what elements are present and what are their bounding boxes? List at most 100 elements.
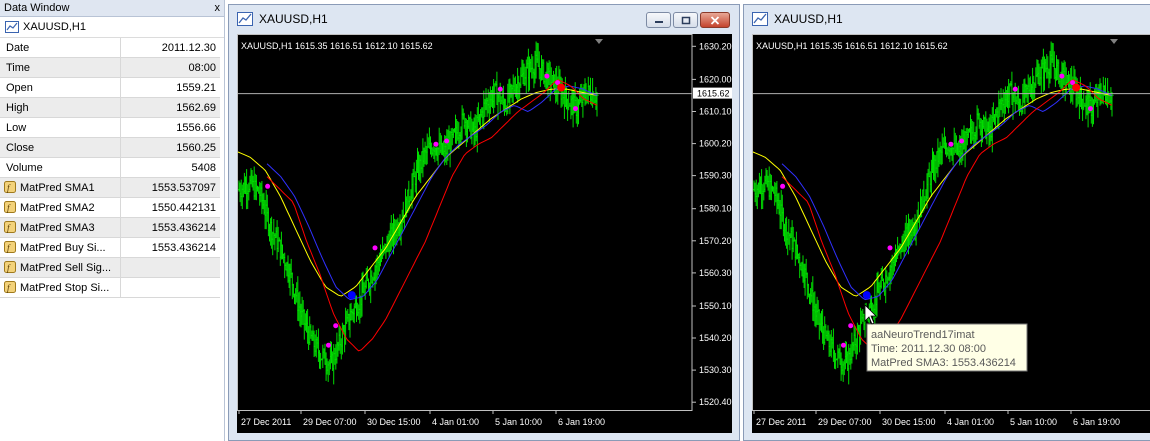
sell-signal-dot bbox=[1072, 83, 1081, 92]
data-window-row[interactable]: Volume 5408 bbox=[0, 157, 220, 178]
indicator-icon: f bbox=[4, 261, 16, 273]
signal-dot bbox=[444, 138, 450, 144]
data-window: Data Window x XAUUSD,H1 Date 2011.12.30 Ti… bbox=[0, 0, 225, 441]
data-window-row[interactable]: f MatPred Stop Si... bbox=[0, 277, 220, 298]
chart-header-text: XAUUSD,H1 1615.35 1616.51 1612.10 1615.6… bbox=[756, 41, 948, 51]
row-label: Date bbox=[6, 41, 30, 54]
price-axis-label: 1550.10 bbox=[699, 301, 732, 311]
time-axis-label: 29 Dec 07:00 bbox=[818, 417, 872, 427]
price-axis-label: 1630.20 bbox=[699, 41, 732, 51]
row-label: Close bbox=[6, 141, 35, 154]
indicator-icon: f bbox=[4, 221, 16, 233]
signal-dot bbox=[1012, 86, 1018, 92]
data-window-table: Date 2011.12.30 Time 08:00 Open 1559.21 High 15… bbox=[0, 38, 220, 298]
indicator-icon: f bbox=[4, 201, 16, 213]
sma2-line bbox=[266, 85, 598, 301]
signal-dot bbox=[959, 138, 965, 144]
chart-window-secondary[interactable]: XAUUSD,H1 XAUUSD,H1 1615.35 1616.51 1612… bbox=[743, 4, 1150, 441]
row-name-cell: f MatPred Buy Si... bbox=[0, 237, 121, 258]
minimize-button[interactable] bbox=[646, 12, 671, 28]
row-value: 1553.436214 bbox=[120, 237, 220, 258]
data-window-row[interactable]: Close 1560.25 bbox=[0, 137, 220, 158]
indicator-icon: f bbox=[4, 281, 16, 293]
row-name-cell: Volume bbox=[0, 157, 121, 178]
plot-border bbox=[237, 34, 693, 411]
signal-dot bbox=[573, 106, 578, 112]
price-chart-canvas[interactable]: XAUUSD,H1 1615.35 1616.51 1612.10 1615.6… bbox=[237, 34, 732, 433]
data-window-row[interactable]: f MatPred Sell Sig... bbox=[0, 257, 220, 278]
chart-window-titlebar[interactable]: XAUUSD,H1 bbox=[744, 5, 1150, 32]
chart-icon bbox=[237, 11, 253, 26]
price-axis-label: 1520.40 bbox=[699, 397, 732, 407]
window-buttons bbox=[646, 12, 730, 28]
signal-dot bbox=[265, 183, 271, 189]
chart-tooltip: aaNeuroTrend17imat Time: 2011.12.30 08:00… bbox=[866, 323, 1028, 372]
data-window-row[interactable]: f MatPred SMA2 1550.442131 bbox=[0, 197, 220, 218]
row-value: 1550.442131 bbox=[120, 197, 220, 218]
data-window-row[interactable]: Date 2011.12.30 bbox=[0, 38, 220, 58]
row-value: 1562.69 bbox=[120, 97, 220, 118]
row-name-cell: Open bbox=[0, 77, 121, 98]
signal-dot bbox=[841, 342, 846, 348]
price-chart[interactable]: XAUUSD,H1 1615.35 1616.51 1612.10 1615.6… bbox=[752, 34, 1150, 433]
price-chart[interactable]: XAUUSD,H1 1615.35 1616.51 1612.10 1615.6… bbox=[237, 34, 732, 433]
tooltip-text: aaNeuroTrend17imat bbox=[871, 329, 975, 341]
time-axis-label: 4 Jan 01:00 bbox=[432, 417, 479, 427]
data-window-row[interactable]: Time 08:00 bbox=[0, 57, 220, 78]
data-window-row[interactable]: f MatPred Buy Si... 1553.436214 bbox=[0, 237, 220, 258]
row-name-cell: f MatPred SMA3 bbox=[0, 217, 121, 238]
price-axis-label: 1590.30 bbox=[699, 171, 732, 181]
row-value: 1556.66 bbox=[120, 117, 220, 138]
data-window-symbol-row: XAUUSD,H1 bbox=[0, 17, 224, 38]
signal-dot bbox=[497, 86, 503, 92]
data-window-row[interactable]: f MatPred SMA3 1553.436214 bbox=[0, 217, 220, 238]
price-axis-label: 1560.30 bbox=[699, 268, 732, 278]
row-value: 08:00 bbox=[120, 57, 220, 78]
signal-dot bbox=[433, 141, 439, 147]
data-window-titlebar[interactable]: Data Window x bbox=[0, 0, 224, 17]
price-bars bbox=[237, 41, 599, 385]
row-value: 1559.21 bbox=[120, 77, 220, 98]
row-name-cell: f MatPred Stop Si... bbox=[0, 277, 121, 298]
chart-header-text: XAUUSD,H1 1615.35 1616.51 1612.10 1615.6… bbox=[241, 41, 433, 51]
signal-dot bbox=[1059, 73, 1065, 79]
signal-dot bbox=[544, 73, 550, 79]
minimize-icon bbox=[654, 21, 663, 23]
time-axis-label: 27 Dec 2011 bbox=[241, 417, 291, 427]
row-label: Time bbox=[6, 61, 31, 74]
row-label: High bbox=[6, 101, 29, 114]
row-label: MatPred Buy Si... bbox=[20, 242, 106, 254]
row-label: MatPred Sell Sig... bbox=[20, 262, 112, 274]
data-window-row[interactable]: High 1562.69 bbox=[0, 97, 220, 118]
chart-window-title: XAUUSD,H1 bbox=[259, 11, 328, 26]
price-axis-label: 1600.20 bbox=[699, 139, 732, 149]
buy-signal-dot bbox=[347, 291, 356, 300]
signal-dot bbox=[780, 183, 786, 189]
current-price-label: 1615.62 bbox=[697, 89, 730, 99]
time-axis-label: 4 Jan 01:00 bbox=[947, 417, 994, 427]
time-axis-label: 6 Jan 19:00 bbox=[558, 417, 605, 427]
time-axis-label: 5 Jan 10:00 bbox=[1010, 417, 1057, 427]
close-button[interactable] bbox=[700, 12, 730, 28]
time-axis-label: 6 Jan 19:00 bbox=[1073, 417, 1120, 427]
data-window-row[interactable]: f MatPred SMA1 1553.537097 bbox=[0, 177, 220, 198]
chart-icon bbox=[752, 11, 768, 26]
restore-button[interactable] bbox=[673, 12, 698, 28]
time-axis-label: 29 Dec 07:00 bbox=[303, 417, 357, 427]
data-window-row[interactable]: Open 1559.21 bbox=[0, 77, 220, 98]
data-window-row[interactable]: Low 1556.66 bbox=[0, 117, 220, 138]
signal-dot bbox=[848, 323, 854, 329]
price-chart-canvas[interactable]: XAUUSD,H1 1615.35 1616.51 1612.10 1615.6… bbox=[752, 34, 1150, 433]
close-icon[interactable]: x bbox=[215, 2, 221, 14]
row-name-cell: Time bbox=[0, 57, 121, 78]
buy-signal-dot bbox=[862, 291, 871, 300]
price-axis-label: 1620.00 bbox=[699, 74, 732, 84]
indicator-icon: f bbox=[4, 181, 16, 193]
row-name-cell: Low bbox=[0, 117, 121, 138]
indicator-icon: f bbox=[4, 241, 16, 253]
row-label: Open bbox=[6, 81, 33, 94]
chart-window-main[interactable]: XAUUSD,H1 XAUUSD,H1 1615.35 1616.51 1612… bbox=[228, 4, 740, 441]
price-axis-label: 1610.10 bbox=[699, 107, 732, 117]
sell-signal-dot bbox=[557, 83, 566, 92]
row-name-cell: Close bbox=[0, 137, 121, 158]
